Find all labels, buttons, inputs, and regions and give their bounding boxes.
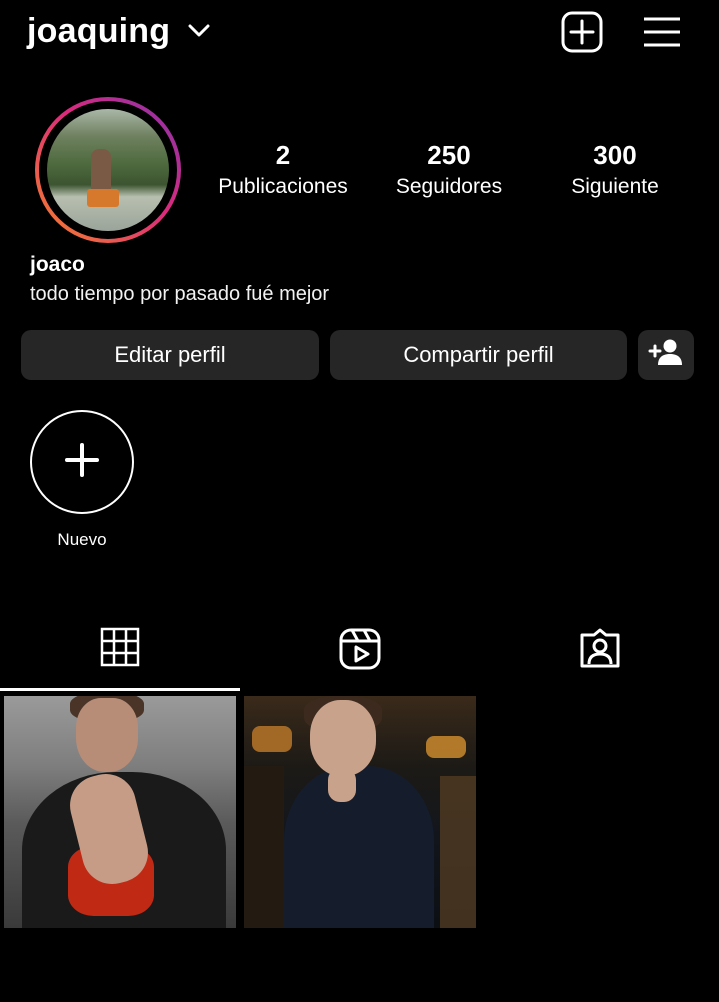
grid-icon (100, 627, 140, 691)
menu-button[interactable] (640, 12, 684, 56)
reels-icon (338, 627, 382, 691)
posts-count[interactable]: 2 Publicaciones (198, 138, 368, 202)
avatar-figure (91, 149, 111, 193)
avatar-ring-gap (39, 101, 177, 239)
posts-count-label: Publicaciones (218, 175, 348, 198)
post-1-head (76, 698, 138, 772)
post-thumbnail-2[interactable] (244, 696, 476, 928)
post-2-head (310, 700, 376, 776)
tab-tagged[interactable] (480, 627, 719, 691)
bio: todo tiempo por pasado fué mejor (30, 283, 330, 305)
profile-avatar[interactable] (35, 97, 181, 243)
chevron-down-icon (188, 24, 210, 43)
following-count-value: 300 (593, 140, 637, 170)
edit-profile-button[interactable]: Editar perfil (21, 330, 319, 380)
active-tab-indicator (0, 688, 240, 691)
post-thumbnail-1[interactable] (4, 696, 236, 928)
posts-count-value: 2 (275, 140, 291, 170)
tagged-person-icon (579, 627, 621, 691)
display-name: joaco (30, 253, 85, 276)
post-2-hand (328, 768, 356, 802)
username: joaquing (27, 12, 171, 50)
new-post-button[interactable] (560, 11, 604, 58)
following-count[interactable]: 300 Siguiente (530, 138, 700, 202)
hamburger-menu-icon (643, 17, 681, 52)
tab-reels[interactable] (240, 627, 480, 691)
account-switcher[interactable]: joaquing (27, 12, 210, 51)
add-person-icon (648, 338, 684, 372)
following-count-label: Siguiente (571, 175, 659, 198)
followers-count[interactable]: 250 Seguidores (364, 138, 534, 202)
post-2-background (244, 766, 284, 928)
post-2-light (252, 726, 292, 752)
followers-count-label: Seguidores (395, 175, 503, 198)
avatar-figure-detail (87, 189, 119, 207)
post-2-light (426, 736, 466, 758)
new-highlight-button[interactable] (30, 410, 134, 514)
avatar-photo (47, 109, 169, 231)
discover-people-button[interactable] (638, 330, 694, 380)
new-highlight-label: Nuevo (57, 530, 107, 549)
post-2-suit (284, 766, 434, 928)
plus-square-icon (561, 11, 603, 58)
followers-count-value: 250 (427, 140, 471, 170)
post-2-background (440, 776, 476, 928)
top-bar: joaquing (0, 0, 719, 70)
share-profile-button[interactable]: Compartir perfil (330, 330, 627, 380)
tab-posts-grid[interactable] (0, 627, 240, 691)
plus-icon (65, 442, 99, 482)
profile-screen: joaquing 2 Publicaciones 250 Seguidores … (0, 0, 719, 1002)
